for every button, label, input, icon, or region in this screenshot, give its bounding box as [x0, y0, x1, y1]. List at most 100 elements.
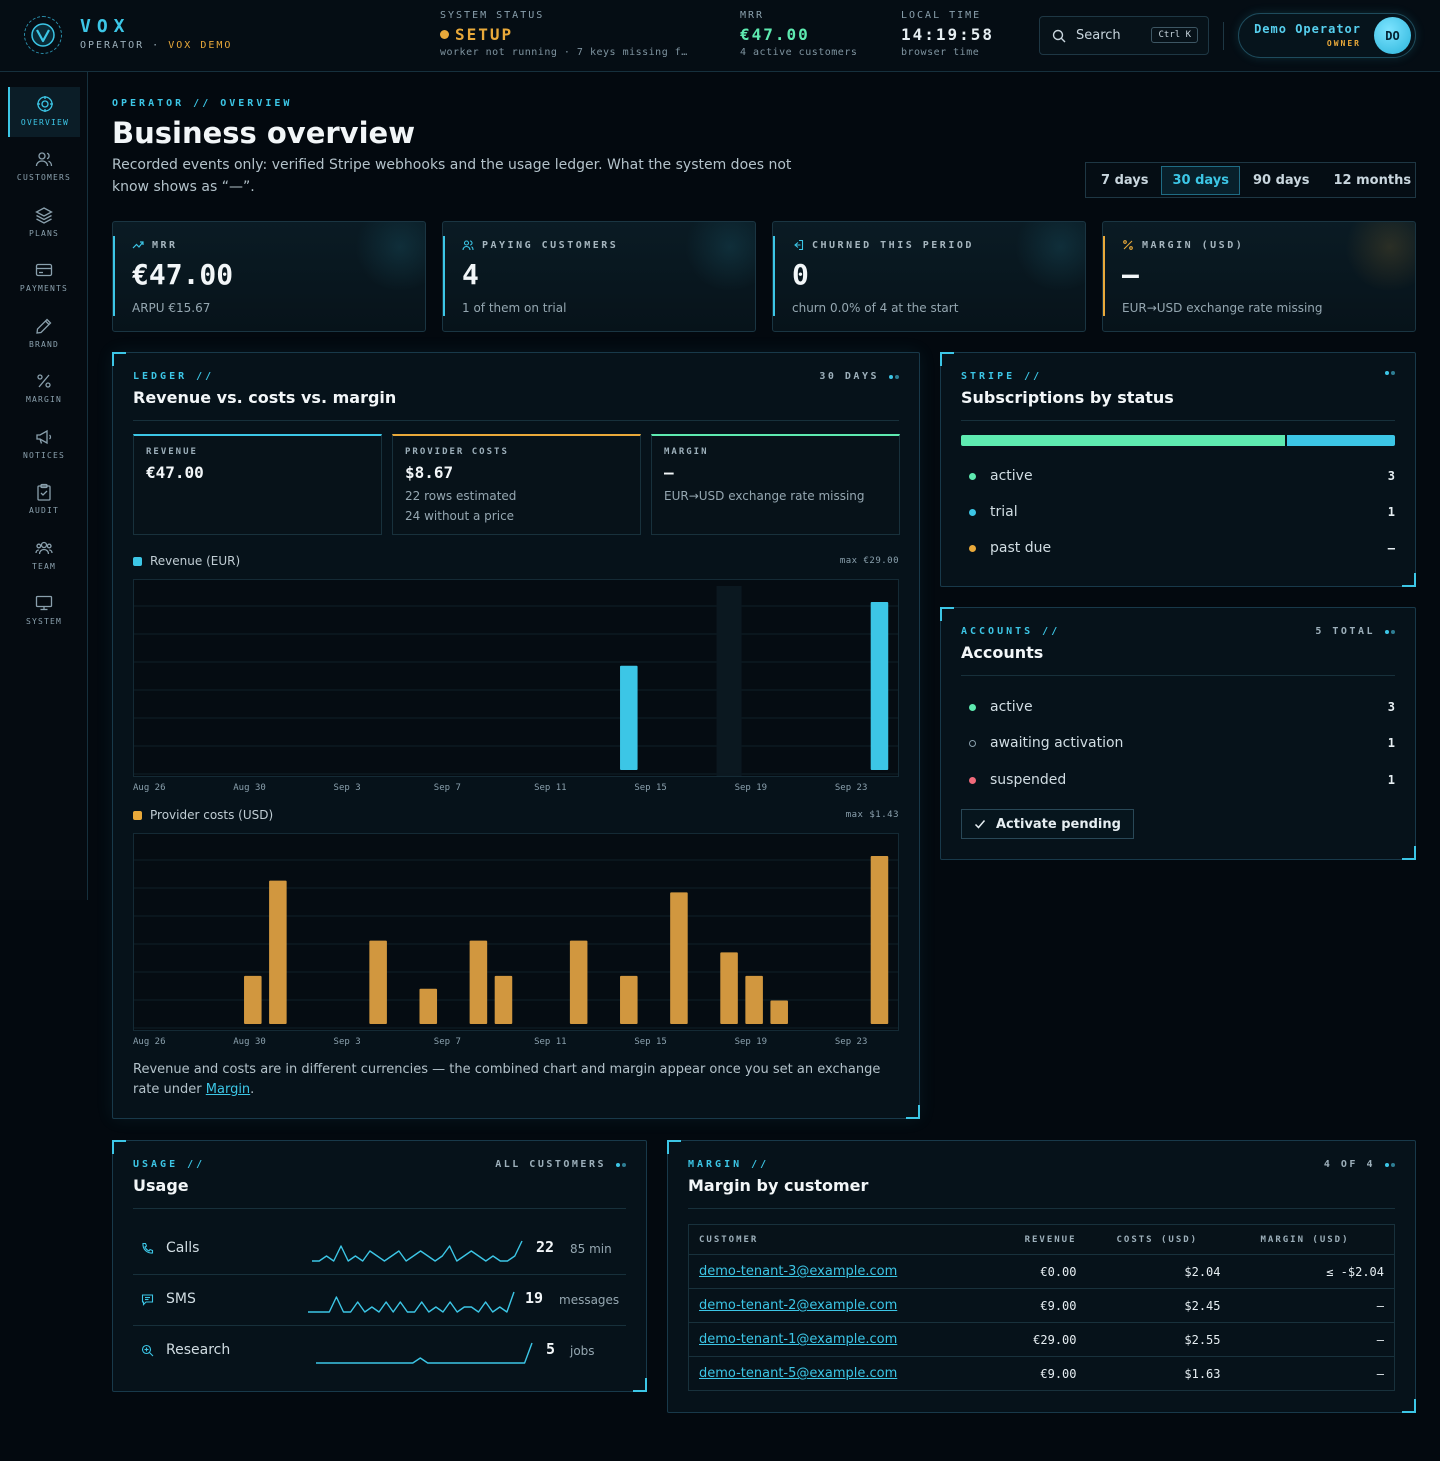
ledger-costs-card: PROVIDER COSTS $8.67 22 rows estimated 2…	[392, 434, 641, 535]
bar-sep-16[interactable]	[670, 892, 688, 1024]
avatar[interactable]: DO	[1374, 17, 1411, 54]
col-margin[interactable]: MARGIN (USD)	[1230, 1224, 1395, 1255]
bar-sep-20[interactable]	[770, 1000, 788, 1024]
trend-up-icon	[132, 241, 144, 249]
range-30-days-button[interactable]: 30 days	[1161, 165, 1240, 195]
chart-cost-svg	[134, 856, 898, 1029]
sidebar-item-notices[interactable]: NOTICES	[8, 420, 80, 470]
ledger-revenue-value: €47.00	[146, 463, 204, 482]
subscriptions-status-bar	[961, 435, 1395, 446]
customer-link[interactable]: demo-tenant-3@example.com	[699, 1264, 897, 1279]
credit-card-icon	[35, 263, 53, 277]
ledger-costs-value: $8.67	[405, 463, 454, 482]
bar-sep-9[interactable]	[494, 975, 513, 1024]
sidebar-item-brand[interactable]: BRAND	[8, 309, 80, 359]
sidebar-item-system[interactable]: SYSTEM	[8, 586, 80, 636]
system-status-value: SETUP	[455, 25, 514, 44]
range-12-months-button[interactable]: 12 months	[1323, 166, 1423, 195]
legend-swatch	[133, 810, 142, 820]
bar-sep-8[interactable]	[469, 940, 488, 1024]
activate-pending-button[interactable]: Activate pending	[961, 809, 1134, 839]
kpi-paying-customers: PAYING CUSTOMERS 4 1 of them on trial	[442, 221, 756, 332]
sidebar-item-team[interactable]: TEAM	[8, 531, 80, 581]
bar-sep-24[interactable]	[870, 602, 889, 770]
search-label: Search	[1076, 28, 1121, 43]
research-unit: jobs	[570, 1344, 595, 1358]
sidebar-item-audit[interactable]: AUDIT	[8, 475, 80, 525]
more-dots-icon[interactable]	[1383, 629, 1395, 634]
bar-sep-4[interactable]	[369, 940, 387, 1024]
status-dot-icon	[440, 30, 449, 39]
top-bar: VOX OPERATOR · VOX DEMO SYSTEM STATUS SE…	[0, 0, 1440, 72]
range-90-days-button[interactable]: 90 days	[1242, 166, 1321, 195]
customer-link[interactable]: demo-tenant-2@example.com	[699, 1298, 897, 1313]
subscriptions-panel: STRIPE // Subscriptions by status active…	[940, 352, 1416, 587]
sidebar-item-overview[interactable]: OVERVIEW	[8, 87, 80, 137]
header-mrr-sub: 4 active customers	[740, 47, 858, 58]
x-tick-label: Sep 7	[433, 783, 461, 793]
table-header-row: CUSTOMER REVENUE COSTS (USD) MARGIN (USD…	[688, 1224, 1395, 1255]
sidebar: OVERVIEW CUSTOMERS PLANS PAYMENTS BRAND …	[0, 72, 88, 900]
bar-sep-18[interactable]	[720, 952, 738, 1024]
subscription-status-past-due: past due —	[961, 537, 1395, 559]
table-row: demo-tenant-1@example.com €29.00 $2.55 —	[688, 1322, 1395, 1357]
sidebar-item-margin[interactable]: MARGIN	[8, 364, 80, 414]
x-tick-label: Sep 23	[834, 783, 868, 793]
margin-count: 4 OF 4	[1323, 1159, 1375, 1170]
search-button[interactable]: Search Ctrl K	[1039, 16, 1209, 55]
user-role: OWNER	[1326, 39, 1361, 48]
status-dot-icon	[969, 472, 976, 480]
col-costs[interactable]: COSTS (USD)	[1086, 1224, 1231, 1255]
customer-link[interactable]: demo-tenant-1@example.com	[699, 1332, 897, 1347]
more-dots-icon[interactable]	[614, 1162, 626, 1167]
account-status-suspended: suspended 1	[961, 769, 1395, 791]
search-icon	[1052, 29, 1066, 42]
status-dot-icon	[969, 508, 976, 516]
bar-sep-12[interactable]	[569, 940, 588, 1024]
user-name: Demo Operator	[1254, 22, 1361, 36]
bar-sep-14[interactable]	[620, 975, 638, 1024]
sidebar-item-payments[interactable]: PAYMENTS	[8, 253, 80, 303]
more-dots-icon[interactable]	[887, 374, 899, 379]
bar-sep-19[interactable]	[745, 975, 763, 1024]
margin-link[interactable]: Margin	[206, 1082, 250, 1097]
range-7-days-button[interactable]: 7 days	[1090, 166, 1159, 195]
sidebar-item-plans[interactable]: PLANS	[8, 198, 80, 248]
ledger-panel: LEDGER // Revenue vs. costs vs. margin 3…	[112, 352, 920, 1119]
status-dot-icon	[969, 703, 976, 711]
bar-sep-24[interactable]	[870, 856, 889, 1024]
sms-value: 19	[525, 1289, 544, 1307]
col-revenue[interactable]: REVENUE	[978, 1224, 1087, 1255]
bar-aug-31[interactable]	[269, 880, 287, 1024]
kpi-mrr: MRR €47.00 ARPU €15.67	[112, 221, 426, 332]
breadcrumb: OPERATOR // OVERVIEW	[112, 98, 293, 109]
calls-unit: 85 min	[570, 1242, 612, 1256]
users-icon	[35, 152, 53, 167]
brand-subtitle: OPERATOR · VOX DEMO	[80, 40, 233, 51]
customer-link[interactable]: demo-tenant-5@example.com	[699, 1366, 897, 1381]
system-status[interactable]: SYSTEM STATUS SETUP worker not running ·…	[440, 10, 702, 58]
subscriptions-title: Subscriptions by status	[961, 388, 1174, 407]
system-status-detail: worker not running · 7 keys missing f…	[440, 47, 688, 58]
page-title: Business overview	[112, 116, 415, 150]
x-tick-label: Sep 15	[634, 1037, 667, 1047]
kpi-churned-value: 0	[792, 258, 809, 291]
kpi-margin-sub: EUR→USD exchange rate missing	[1122, 301, 1323, 315]
kpi-churned-sub: churn 0.0% of 4 at the start	[792, 301, 959, 315]
more-dots-icon[interactable]	[1383, 371, 1395, 375]
kpi-mrr-value: €47.00	[132, 258, 234, 291]
bar-sep-6[interactable]	[419, 988, 438, 1024]
sidebar-item-customers[interactable]: CUSTOMERS	[8, 142, 80, 192]
user-menu[interactable]: Demo Operator OWNER DO	[1238, 13, 1416, 58]
bar-sep-14[interactable]	[620, 665, 638, 770]
x-tick-label: Aug 26	[133, 1037, 166, 1047]
bar-aug-30[interactable]	[244, 975, 262, 1024]
col-customer[interactable]: CUSTOMER	[688, 1224, 979, 1255]
x-tick-label: Sep 3	[333, 783, 361, 793]
account-status-awaiting: awaiting activation 1	[961, 732, 1395, 754]
sms-sparkline	[308, 1291, 515, 1313]
vox-logo-icon[interactable]	[24, 16, 62, 54]
more-dots-icon[interactable]	[1383, 1162, 1395, 1167]
bar-segment-trial	[1287, 435, 1395, 446]
bar-segment-active	[961, 435, 1287, 446]
